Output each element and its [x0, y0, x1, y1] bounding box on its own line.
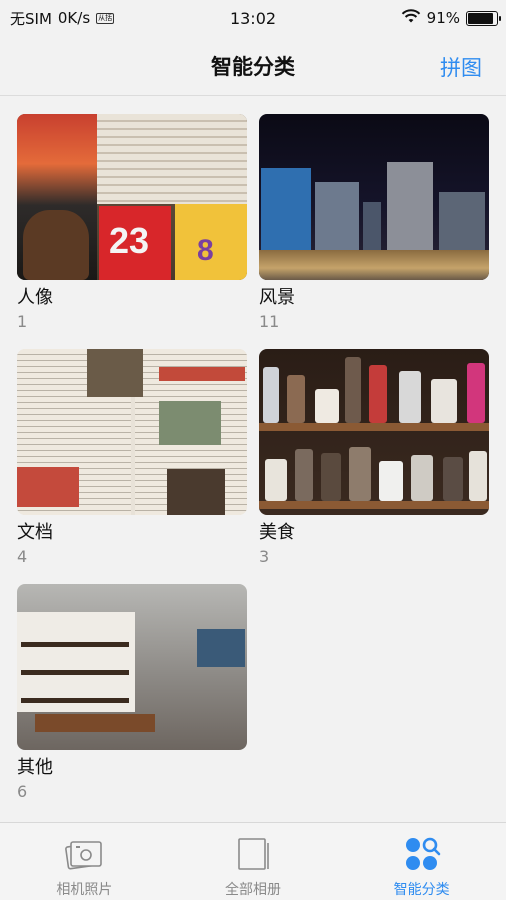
jersey-back-number: 8	[197, 234, 214, 267]
album-thumbnail: 23 8	[17, 114, 247, 280]
thumb-shelf-rack	[21, 642, 129, 647]
battery-icon	[466, 10, 501, 26]
thumb-cup	[443, 457, 463, 501]
album-count: 6	[17, 782, 28, 801]
thumb-jersey-yellow: 8	[175, 204, 247, 280]
album-thumbnail	[17, 584, 247, 750]
thumb-cup	[315, 389, 339, 423]
thumb-shelf-rack	[21, 670, 129, 675]
album-scenery[interactable]: 风景 11	[259, 114, 489, 349]
thumb-cup	[379, 461, 403, 501]
thumb-building	[315, 182, 359, 258]
thumb-shelf	[259, 501, 489, 509]
camera-photos-icon	[64, 835, 104, 873]
thumb-cup	[265, 459, 287, 501]
battery-percent: 91%	[426, 9, 460, 27]
carrier-label: 无SIM	[10, 9, 52, 28]
thumb-cup	[287, 375, 305, 423]
status-bar: 无SIM 0K/s 从括 13:02 91%	[0, 0, 506, 36]
tab-smart-category[interactable]: 智能分类	[337, 823, 506, 900]
thumb-cup	[349, 447, 371, 501]
thumb-shelf	[259, 423, 489, 431]
thumb-wall	[17, 612, 135, 712]
album-portrait[interactable]: 23 8 人像 1	[17, 114, 247, 349]
thumb-jersey-red: 23	[99, 206, 171, 280]
thumb-display-screen	[197, 629, 245, 667]
thumb-building	[439, 192, 485, 258]
wifi-icon	[401, 8, 421, 28]
speed-chip: 从括	[96, 12, 115, 24]
tab-all-albums[interactable]: 全部相册	[169, 823, 338, 900]
album-name: 其他	[17, 757, 53, 778]
thumb-cup	[369, 365, 387, 423]
album-document[interactable]: 文档 4	[17, 349, 247, 584]
album-count: 3	[259, 547, 270, 566]
thumb-cup	[345, 357, 361, 423]
tab-label: 智能分类	[393, 882, 450, 898]
thumb-table	[35, 714, 155, 732]
smart-category-icon	[402, 835, 442, 873]
page-header: 智能分类 拼图	[0, 36, 506, 96]
album-grid: 23 8 人像 1 风景 11 文档 4 美食 3 其他 6	[17, 114, 489, 819]
album-thumbnail	[17, 349, 247, 515]
thumb-face	[23, 210, 89, 280]
thumb-cup	[469, 451, 487, 501]
thumb-photo	[17, 467, 79, 507]
album-other[interactable]: 其他 6	[17, 584, 247, 819]
all-albums-icon	[233, 835, 273, 873]
album-count: 4	[17, 547, 28, 566]
jersey-number: 23	[109, 220, 150, 261]
status-right: 91%	[401, 8, 501, 28]
album-name: 风景	[259, 287, 295, 308]
thumb-cup	[263, 367, 279, 423]
tab-label: 全部相册	[225, 882, 281, 898]
thumb-cup	[467, 363, 485, 423]
album-name: 美食	[259, 522, 295, 543]
album-count: 1	[17, 312, 28, 331]
thumb-building	[261, 168, 311, 258]
album-food[interactable]: 美食 3	[259, 349, 489, 584]
album-thumbnail	[259, 114, 489, 280]
thumb-cup	[431, 379, 457, 423]
album-thumbnail	[259, 349, 489, 515]
thumb-photo	[87, 349, 143, 397]
thumb-cup	[321, 453, 341, 501]
thumb-cup	[295, 449, 313, 501]
tab-label: 相机照片	[56, 882, 113, 898]
status-left: 无SIM 0K/s 从括	[10, 8, 115, 29]
album-count: 11	[259, 312, 280, 331]
thumb-building	[387, 162, 433, 258]
thumb-cup	[399, 371, 421, 423]
thumb-red-bar	[159, 367, 245, 381]
thumb-photo	[159, 401, 221, 445]
page-title: 智能分类	[211, 54, 295, 79]
thumb-books	[87, 114, 247, 204]
collage-button[interactable]: 拼图	[440, 52, 482, 82]
network-speed: 0K/s	[57, 9, 91, 27]
tab-camera-photos[interactable]: 相机照片	[0, 823, 169, 900]
album-name: 文档	[17, 522, 53, 543]
battery-level-fill	[468, 12, 494, 24]
thumb-shelf-rack	[21, 698, 129, 703]
thumb-street-glow	[259, 250, 489, 280]
thumb-cup	[411, 455, 433, 501]
bottom-tab-bar: 相机照片 全部相册 智能分类	[0, 822, 506, 900]
thumb-photo	[167, 469, 225, 515]
album-name: 人像	[17, 287, 53, 308]
